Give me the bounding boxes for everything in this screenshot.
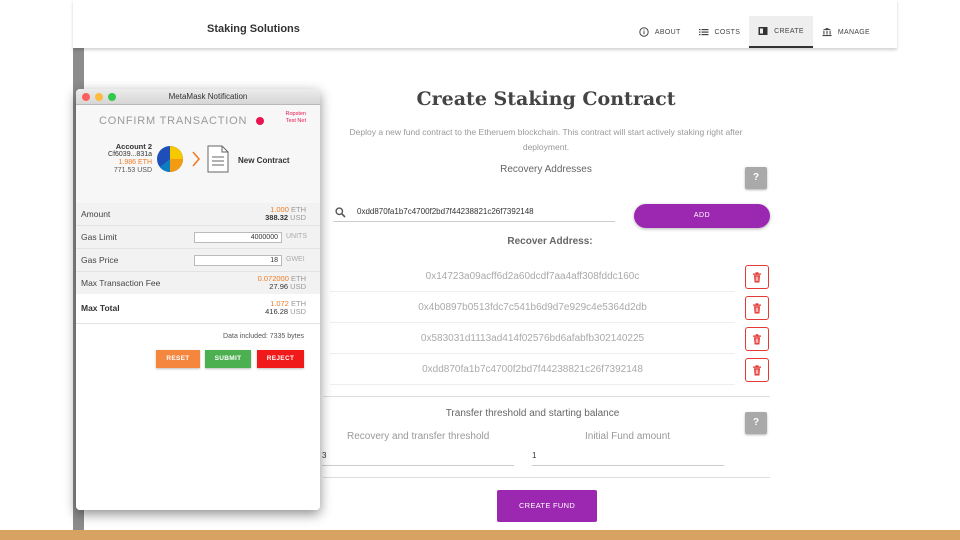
gas-price-label: Gas Price <box>81 255 119 265</box>
trash-icon <box>753 333 761 344</box>
nav-about-label: ABOUT <box>654 28 681 36</box>
recover-address-header: Recover Address: <box>507 236 593 247</box>
max-total-row: Max Total 1.072 ETH 416.28 USD <box>76 294 320 324</box>
delete-address-button[interactable] <box>745 358 769 382</box>
nav-create-label: CREATE <box>774 27 804 35</box>
account-info: Account 2 Cf6039...831a 1.986 ETH 771.53… <box>82 143 152 175</box>
chevron-right-icon <box>192 151 201 167</box>
recovery-help-button[interactable]: ? <box>745 167 767 189</box>
footer-bar <box>0 530 960 540</box>
account-identicon <box>157 146 183 172</box>
main-nav: ABOUT COSTS CREATE MANAGE <box>630 16 879 48</box>
fund-amount-input[interactable]: 1 <box>532 448 724 466</box>
bank-icon <box>822 27 832 37</box>
reset-button[interactable]: RESET <box>156 350 200 368</box>
transfer-section-title: Transfer threshold and starting balance <box>445 408 620 419</box>
nav-manage[interactable]: MANAGE <box>813 16 879 48</box>
confirm-heading: CONFIRM TRANSACTION <box>99 115 248 127</box>
document-icon <box>207 145 229 173</box>
transfer-help-button[interactable]: ? <box>745 412 767 434</box>
create-fund-button[interactable]: CREATE FUND <box>497 490 597 522</box>
nav-about[interactable]: ABOUT <box>630 16 690 48</box>
amount-row: Amount 1.000 ETH 388.32 USD <box>76 203 320 226</box>
threshold-label: Recovery and transfer threshold <box>347 431 490 442</box>
info-icon <box>639 27 649 37</box>
gas-limit-input[interactable]: 4000000 <box>194 232 282 243</box>
max-fee-values: 0.072000 ETH 27.96 USD <box>258 275 306 291</box>
brand-title: Staking Solutions <box>207 23 300 35</box>
list-icon <box>698 27 709 37</box>
gas-price-row: Gas Price 18 GWEI <box>76 249 320 272</box>
max-total-usd-unit: USD <box>290 307 306 316</box>
amount-values: 1.000 ETH 388.32 USD <box>265 206 306 222</box>
max-fee-label: Max Transaction Fee <box>81 278 161 288</box>
amount-label: Amount <box>81 209 111 219</box>
app-header: Staking Solutions ABOUT COSTS CREATE MAN… <box>73 0 897 48</box>
transaction-header: CONFIRM TRANSACTION Ropsten Test Net Acc… <box>76 105 320 203</box>
page-title: Create Staking Contract <box>416 88 676 110</box>
recovery-address-value: 0xdd870fa1b7c4700f2bd7f44238821c26f73921… <box>357 207 534 216</box>
recovery-section-title: Recovery Addresses <box>500 164 592 175</box>
max-fee-usd-unit: USD <box>290 282 306 291</box>
amount-usd: 388.32 <box>265 213 289 222</box>
section-divider <box>323 396 770 397</box>
trash-icon <box>753 271 761 282</box>
window-title: MetaMask Notification <box>168 92 248 101</box>
section-divider <box>323 477 770 478</box>
network-label: Ropsten Test Net <box>266 111 307 125</box>
trash-icon <box>753 302 761 313</box>
gas-limit-label: Gas Limit <box>81 232 117 242</box>
trash-icon <box>753 364 761 375</box>
window-titlebar: MetaMask Notification <box>76 89 320 105</box>
reject-button[interactable]: REJECT <box>257 350 304 368</box>
gas-limit-unit: UNITS <box>286 233 307 240</box>
network-status-dot <box>256 117 264 125</box>
address-row: 0x4b0897b0513fdc7c541b6d9d7e929c4e5364d2… <box>330 293 735 323</box>
metamask-window: MetaMask Notification CONFIRM TRANSACTIO… <box>76 89 320 510</box>
nav-manage-label: MANAGE <box>837 28 870 36</box>
gas-limit-row: Gas Limit 4000000 UNITS <box>76 226 320 249</box>
submit-button[interactable]: SUBMIT <box>205 350 251 368</box>
delete-address-button[interactable] <box>745 296 769 320</box>
network-name: Ropsten <box>285 111 307 117</box>
account-name: Account 2 <box>115 142 152 151</box>
account-eth-balance: 1.986 ETH <box>118 159 152 166</box>
network-type: Test Net <box>285 118 306 124</box>
max-fee-row: Max Transaction Fee 0.072000 ETH 27.96 U… <box>76 272 320 295</box>
nav-costs[interactable]: COSTS <box>690 16 750 48</box>
page-description: Deploy a new fund contract to the Etheru… <box>349 127 743 152</box>
max-total-values: 1.072 ETH 416.28 USD <box>265 300 306 316</box>
nav-costs-label: COSTS <box>714 28 741 36</box>
max-total-label: Max Total <box>81 303 120 313</box>
gas-price-unit: GWEI <box>286 256 305 263</box>
nav-create[interactable]: CREATE <box>749 16 813 48</box>
data-included-text: Data included: 7335 bytes <box>223 333 304 340</box>
address-row: 0xdd870fa1b7c4700f2bd7f44238821c26f73921… <box>330 355 735 385</box>
address-row: 0x583031d1113ad414f02576bd6afabfb3021402… <box>330 324 735 354</box>
delete-address-button[interactable] <box>745 265 769 289</box>
gas-price-input[interactable]: 18 <box>194 255 282 266</box>
transaction-details: Amount 1.000 ETH 388.32 USD Gas Limit 40… <box>76 203 320 295</box>
target-label: New Contract <box>238 156 290 165</box>
threshold-input[interactable]: 3 <box>322 448 514 466</box>
amount-usd-unit: USD <box>290 213 306 222</box>
max-total-usd: 416.28 <box>265 307 289 316</box>
max-fee-usd: 27.96 <box>269 282 289 291</box>
contract-icon <box>758 26 768 36</box>
fund-amount-label: Initial Fund amount <box>585 431 671 442</box>
transaction-footer: Max Total 1.072 ETH 416.28 USD Data incl… <box>76 294 320 510</box>
account-usd-balance: 771.53 USD <box>113 167 152 174</box>
address-row: 0x14723a09acff6d2a60dcdf7aa4aff308fddc16… <box>330 262 735 292</box>
screen: Staking Solutions ABOUT COSTS CREATE MAN… <box>0 0 960 540</box>
recovery-address-input[interactable]: 0xdd870fa1b7c4700f2bd7f44238821c26f73921… <box>333 203 615 222</box>
delete-address-button[interactable] <box>745 327 769 351</box>
search-icon <box>335 205 346 223</box>
add-button[interactable]: ADD <box>634 204 770 228</box>
account-address: Cf6039...831a <box>108 151 152 158</box>
